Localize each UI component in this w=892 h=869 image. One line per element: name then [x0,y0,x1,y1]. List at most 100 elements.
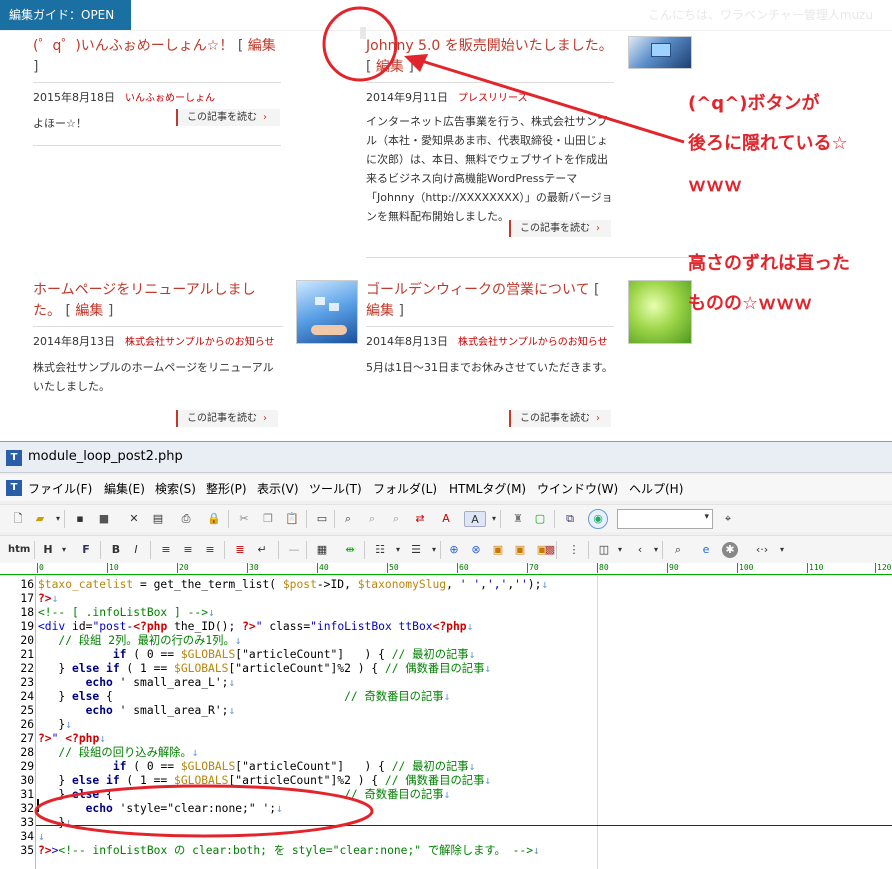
paste-icon[interactable]: 📋 [284,511,300,527]
toolbar-separator [64,510,65,528]
menu-window[interactable]: ウインドウ(W) [537,480,618,497]
open-folder-icon[interactable]: ▰ [32,511,48,527]
unlink-icon[interactable]: ⊗ [468,542,484,558]
find-prev-icon[interactable]: ⌕ [388,511,404,527]
find-next-icon[interactable]: ⌕ [364,511,380,527]
code-annotation-overlay [34,784,374,838]
spellcheck-icon[interactable]: A [464,511,486,527]
castle-icon[interactable]: ♜ [510,511,526,527]
align-center-icon[interactable]: ≡ [180,542,196,558]
ruler-tick: 10 [107,563,119,573]
list-icon[interactable]: ☷ [372,542,388,558]
preview-icon[interactable]: ⌕ [670,542,686,558]
menu-edit[interactable]: 編集(E) [104,480,145,497]
toolbar-separator [278,541,279,559]
toolbar-combo[interactable]: ▾ [617,509,713,529]
dropdown-arrow-icon[interactable]: ▾ [390,542,406,558]
split-view-icon[interactable]: ◫ [596,542,612,558]
toolbar-separator [588,541,589,559]
align-right-icon[interactable]: ≡ [202,542,218,558]
browser-preview-icon[interactable]: ▤ [150,511,166,527]
duplicate-icon[interactable]: ⧉ [562,511,578,527]
paragraph-icon[interactable]: ≣ [232,542,248,558]
ruler-tick: 30 [247,563,259,573]
menu-view[interactable]: 表示(V) [257,480,299,497]
highlight-circle [322,6,398,82]
code-editor[interactable]: 16 17 18 19 20 21 22 23 24 25 26 27 28 2… [0,576,892,869]
dropdown-arrow-icon[interactable]: ▾ [612,542,628,558]
menu-search[interactable]: 検索(S) [155,480,196,497]
align-left-icon[interactable]: ≡ [158,542,174,558]
column-ruler: 0 10 20 30 40 50 60 70 80 90 100 110 120 [0,563,892,575]
dropdown-arrow-icon[interactable]: ▾ [56,542,72,558]
annotation-arrow [411,56,685,144]
binoculars-icon[interactable]: ⌖ [720,511,736,527]
save-all-icon[interactable]: ■ [96,511,112,527]
ruler-tick: 20 [177,563,189,573]
hidden-button-fragment[interactable] [360,27,366,39]
link-icon[interactable]: ⊕ [446,542,462,558]
ruler-tick: 0 [37,563,44,573]
menu-help[interactable]: ヘルプ(H) [629,480,683,497]
globe-icon[interactable]: ◉ [588,509,608,529]
dropdown-arrow-icon: ▾ [704,512,709,522]
search-icon[interactable]: ⌕ [340,511,356,527]
replace-icon[interactable]: ⇄ [412,511,428,527]
save-icon[interactable]: ▪ [72,511,88,527]
menu-folder[interactable]: フォルダ(L) [373,480,437,497]
copy-icon[interactable]: ❐ [260,511,276,527]
font-color-icon[interactable]: A [438,511,454,527]
italic-icon[interactable]: I [128,542,144,558]
toolbar-separator [500,510,501,528]
main-toolbar: 🗋 ▰ ▾ ▪ ■ ✕ ▤ ⎙ 🔒 ✂ ❐ 📋 ▭ ⌕ ⌕ ⌕ ⇄ A A ▾ … [0,504,892,532]
highlight-ellipse [34,784,374,838]
anchor-icon[interactable]: ⇹ [342,542,358,558]
ruler-tick: 40 [317,563,329,573]
font-icon[interactable]: F [78,542,94,558]
table-icon[interactable]: ▦ [314,542,330,558]
line-break-icon[interactable]: ↵ [254,542,270,558]
close-icon[interactable]: ✕ [126,511,142,527]
chevron-left-icon[interactable]: ‹ [632,542,648,558]
lock-icon[interactable]: 🔒 [206,511,222,527]
toolbar-separator [364,541,365,559]
toolbar-separator [228,510,229,528]
toolbar-separator [150,541,151,559]
window-icon[interactable]: ▭ [314,511,330,527]
color-palette-icon[interactable]: ▩ [542,542,558,558]
frame-icon[interactable]: ▢ [532,511,548,527]
settings-icon[interactable]: ✱ [722,542,738,558]
menu-file[interactable]: ファイル(F) [28,480,92,497]
ruler-tick: 120 [875,563,892,573]
image-icon[interactable]: ▣ [490,542,506,558]
image-map-icon[interactable]: ▣ [512,542,528,558]
menu-bar: T ファイル(F) 編集(E) 検索(S) 整形(P) 表示(V) ツール(T)… [0,475,892,501]
horizontal-rule-icon[interactable]: — [286,542,302,558]
ruler-tick: 60 [457,563,469,573]
ie-browser-icon[interactable]: e [698,542,714,558]
ruler-tick: 110 [807,563,824,573]
menu-tools[interactable]: ツール(T) [309,480,362,497]
html-button[interactable]: htm [8,542,30,558]
tree-icon[interactable]: ⋮ [566,542,582,558]
editor-window: T module_loop_post2.php T ファイル(F) 編集(E) … [0,441,892,869]
menu-htmltag[interactable]: HTMLタグ(M) [449,480,526,497]
cut-icon[interactable]: ✂ [236,511,252,527]
menu-format[interactable]: 整形(P) [206,480,247,497]
html-toolbar: htm H ▾ F B I ≡ ≡ ≡ ≣ ↵ — ▦ ⇹ ☷ ▾ ☰ ▾ ⊕ … [0,535,892,563]
toolbar-separator [100,541,101,559]
toolbar-separator [224,541,225,559]
bold-icon[interactable]: B [108,542,124,558]
toolbar-separator [306,510,307,528]
toolbar-separator [334,510,335,528]
app-icon[interactable]: T [6,480,22,496]
bullet-list-icon[interactable]: ☰ [408,542,424,558]
print-icon[interactable]: ⎙ [178,511,194,527]
window-titlebar[interactable]: T module_loop_post2.php [0,442,892,473]
toolbar-separator [554,510,555,528]
dropdown-arrow-icon[interactable]: ▾ [774,542,790,558]
tag-icon[interactable]: ‹·› [750,542,774,558]
heading-icon[interactable]: H [40,542,56,558]
new-file-icon[interactable]: 🗋 [10,511,26,527]
app-icon: T [6,450,22,466]
